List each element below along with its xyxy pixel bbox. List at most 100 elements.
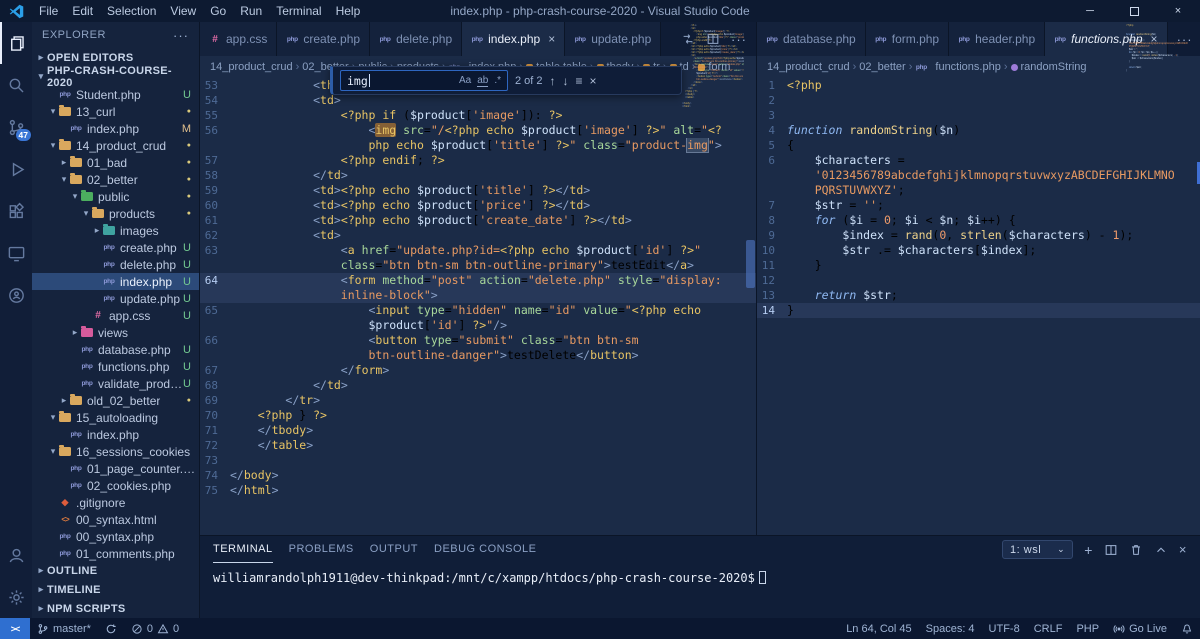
split-editor-icon[interactable]	[706, 32, 720, 46]
source-control-icon[interactable]: 47	[0, 106, 32, 148]
code-line-wrap[interactable]: '0123456789abcdefghijklmnopqrstuvwxyzABC…	[757, 168, 1200, 183]
encoding-status[interactable]: UTF-8	[982, 623, 1027, 635]
code-line-67[interactable]: 67 </form>	[200, 363, 756, 378]
tree-item-15_autoloading[interactable]: ▾ 15_autoloading	[32, 409, 199, 426]
code-line-58[interactable]: 58 </td>	[200, 168, 756, 183]
find-previous-icon[interactable]: ↑	[550, 74, 556, 88]
breadcrumb-item[interactable]: 14_product_crud	[767, 61, 850, 73]
code-line-72[interactable]: 72 </table>	[200, 438, 756, 453]
maximize-icon[interactable]	[1112, 0, 1156, 22]
tree-item-02_cookies.php[interactable]: php 02_cookies.php	[32, 477, 199, 494]
close-icon[interactable]: ×	[1156, 0, 1200, 22]
code-line-71[interactable]: 71 </tbody>	[200, 423, 756, 438]
panel-tab-problems[interactable]: PROBLEMS	[289, 536, 354, 563]
breadcrumb-item[interactable]: form	[698, 61, 730, 73]
run-debug-icon[interactable]	[0, 148, 32, 190]
tab-create.php[interactable]: php create.php	[277, 22, 371, 56]
code-line-wrap[interactable]: PQRSTUVWXYZ';	[757, 183, 1200, 198]
code-line-66[interactable]: 66 <button type="submit" class="btn btn-…	[200, 333, 756, 348]
tree-item-app.css[interactable]: # app.css U	[32, 307, 199, 324]
tab-app.css[interactable]: # app.css	[200, 22, 278, 56]
tree-item-images[interactable]: ▸ images	[32, 222, 199, 239]
maximize-panel-icon[interactable]	[1154, 543, 1168, 557]
tree-item-01_page_counter.php[interactable]: php 01_page_counter.php	[32, 460, 199, 477]
settings-gear-icon[interactable]	[0, 576, 32, 618]
code-editor-index-php[interactable]: 53 <th s54 <td>55 <?php if ($product['im…	[200, 78, 756, 535]
search-icon[interactable]	[0, 64, 32, 106]
chevron-right-icon[interactable]: ▸	[58, 157, 70, 168]
code-line-4[interactable]: 4 function randomString($n)	[757, 123, 1200, 138]
code-line-59[interactable]: 59 <td><?php echo $product['title'] ?></…	[200, 183, 756, 198]
section-outline[interactable]: ▸ OUTLINE	[32, 561, 199, 580]
code-line-wrap[interactable]: inline-block">	[200, 288, 756, 303]
code-line-62[interactable]: 62 <td>	[200, 228, 756, 243]
code-line-wrap[interactable]: $product['id'] ?>"/>	[200, 318, 756, 333]
code-line-9[interactable]: 9 $index = rand(0, strlen($characters) -…	[757, 228, 1200, 243]
language-mode[interactable]: PHP	[1069, 623, 1106, 635]
code-line-14[interactable]: 14}	[757, 303, 1200, 318]
new-terminal-icon[interactable]: +	[1084, 542, 1093, 558]
chevron-down-icon[interactable]: ▾	[47, 446, 59, 457]
code-line-75[interactable]: 75 </html>	[200, 483, 756, 498]
match-case-toggle[interactable]: Aa	[459, 75, 471, 87]
close-tab-icon[interactable]: ×	[548, 32, 555, 46]
tree-item-functions.php[interactable]: php functions.php U	[32, 358, 199, 375]
tree-item-products[interactable]: ▾ products ●	[32, 205, 199, 222]
whole-word-toggle[interactable]: ab	[477, 75, 489, 87]
close-panel-icon[interactable]: ×	[1179, 542, 1187, 557]
go-live-button[interactable]: Go Live	[1106, 623, 1174, 635]
menu-edit[interactable]: Edit	[65, 0, 100, 22]
live-share-icon[interactable]	[0, 274, 32, 316]
panel-tab-output[interactable]: OUTPUT	[370, 536, 418, 563]
more-actions-icon[interactable]: ···	[731, 32, 747, 47]
explorer-more-actions-icon[interactable]: ···	[173, 28, 189, 43]
explorer-icon[interactable]	[0, 22, 32, 64]
code-line-63[interactable]: 63 <a href="update.php?id=<?php echo $pr…	[200, 243, 756, 258]
close-tab-icon[interactable]: ×	[1151, 32, 1158, 46]
breadcrumb-item[interactable]: 14_product_crud	[210, 61, 293, 73]
tab-update.php[interactable]: php update.php	[565, 22, 662, 56]
breadcrumb-item[interactable]: 02_better	[859, 61, 905, 73]
tree-item-delete.php[interactable]: php delete.php U	[32, 256, 199, 273]
tab-functions.php[interactable]: php functions.php ×	[1045, 22, 1168, 56]
problems-status[interactable]: 0 0	[124, 618, 186, 639]
code-line-54[interactable]: 54 <td>	[200, 93, 756, 108]
tree-item-16_sessions_cookies[interactable]: ▾ 16_sessions_cookies	[32, 443, 199, 460]
chevron-down-icon[interactable]: ▾	[47, 106, 59, 117]
terminal-output[interactable]: williamrandolph1911@dev-thinkpad:/mnt/c/…	[200, 563, 1200, 585]
root-folder-section[interactable]: ▾ PHP-CRASH-COURSE-2020	[32, 65, 199, 89]
chevron-down-icon[interactable]: ▾	[69, 191, 81, 202]
tree-item-database.php[interactable]: php database.php U	[32, 341, 199, 358]
remote-explorer-icon[interactable]	[0, 232, 32, 274]
chevron-down-icon[interactable]: ▾	[58, 174, 70, 185]
breadcrumb-item[interactable]: php functions.php	[915, 61, 1001, 73]
code-line-wrap[interactable]: class="btn btn-sm btn-outline-primary">t…	[200, 258, 756, 273]
regex-toggle[interactable]: .*	[494, 75, 501, 87]
find-input[interactable]: img Aa ab .*	[340, 70, 508, 91]
breadcrumb-2[interactable]: 14_product_crud › 02_better › php functions.p…	[757, 56, 1200, 78]
code-line-73[interactable]: 73	[200, 453, 756, 468]
chevron-down-icon[interactable]: ▾	[80, 208, 92, 219]
minimize-icon[interactable]: ─	[1068, 0, 1112, 22]
indentation-status[interactable]: Spaces: 4	[919, 623, 982, 635]
tree-item-01_comments.php[interactable]: php 01_comments.php	[32, 545, 199, 561]
panel-tab-terminal[interactable]: TERMINAL	[213, 536, 273, 563]
tree-item-01_bad[interactable]: ▸ 01_bad ●	[32, 154, 199, 171]
code-editor-functions-php[interactable]: 1 <?php 2 3 4 function randomString($n) 5{6 $c…	[757, 78, 1200, 535]
code-line-6[interactable]: 6 $characters =	[757, 153, 1200, 168]
find-in-selection-icon[interactable]: ≡	[576, 74, 583, 88]
menu-file[interactable]: File	[32, 0, 65, 22]
menu-terminal[interactable]: Terminal	[269, 0, 328, 22]
tree-item-13_curl[interactable]: ▾ 13_curl ●	[32, 103, 199, 120]
code-line-57[interactable]: 57 <?php endif; ?>	[200, 153, 756, 168]
extensions-icon[interactable]	[0, 190, 32, 232]
tree-item-14_product_crud[interactable]: ▾ 14_product_crud ●	[32, 137, 199, 154]
code-line-60[interactable]: 60 <td><?php echo $product['price'] ?></…	[200, 198, 756, 213]
tab-database.php[interactable]: php database.php	[757, 22, 866, 56]
code-line-13[interactable]: 13 return $str;	[757, 288, 1200, 303]
code-line-69[interactable]: 69 </tr>	[200, 393, 756, 408]
tree-item-validate_product...[interactable]: phpvalidate_product...U	[32, 375, 199, 392]
eol-status[interactable]: CRLF	[1027, 623, 1070, 635]
kill-terminal-icon[interactable]	[1129, 543, 1143, 557]
tree-item-02_better[interactable]: ▾ 02_better ●	[32, 171, 199, 188]
